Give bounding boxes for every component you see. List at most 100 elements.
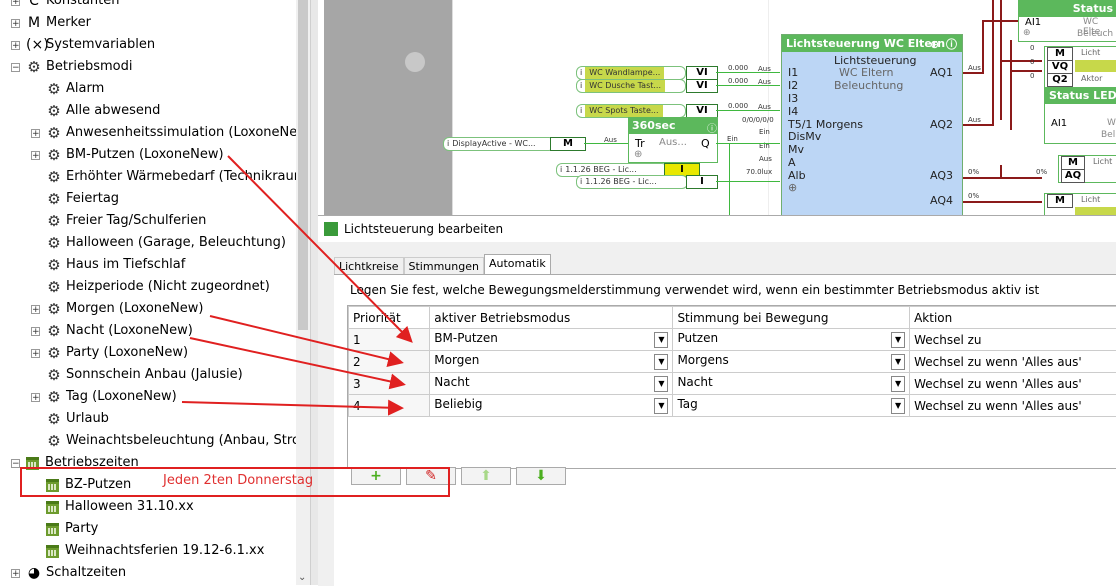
- tree-item[interactable]: ⚙Halloween (Garage, Beleuchtung): [31, 232, 286, 254]
- add-icon[interactable]: ⊕: [930, 36, 939, 53]
- expand-icon[interactable]: +: [31, 129, 40, 138]
- tree-item[interactable]: +⚙Morgen (LoxoneNew): [31, 298, 203, 320]
- chevron-down-icon[interactable]: ▼: [891, 376, 905, 392]
- tree-item[interactable]: +CKonstanten: [11, 0, 119, 12]
- input-wc-wandlampe[interactable]: iWC Wandlampe...: [576, 66, 686, 80]
- tree-item[interactable]: Halloween 31.10.xx: [31, 496, 194, 518]
- action-cell[interactable]: Wechsel zu wenn 'Alles aus': [910, 351, 1116, 373]
- tree-item-label: Weihnachtsferien 19.12-6.1.xx: [65, 540, 264, 562]
- tree-item[interactable]: ⚙Erhöhter Wärmebedarf (Technikraum,: [31, 166, 310, 188]
- col-aktion[interactable]: Aktion: [910, 307, 1116, 329]
- expand-icon[interactable]: +: [31, 349, 40, 358]
- licht-label: Licht: [1081, 48, 1100, 57]
- tree-item-label: Systemvariablen: [46, 34, 155, 56]
- add-input-icon[interactable]: ⊕: [634, 149, 642, 160]
- output-block-1[interactable]: M VQ Q2 Licht Aktor: [1044, 46, 1116, 88]
- info-icon[interactable]: ⓘ: [946, 36, 957, 53]
- calendar-icon: [46, 523, 59, 536]
- chevron-down-icon[interactable]: ▼: [654, 376, 668, 392]
- dialog-titlebar[interactable]: Lichtsteuerung bearbeiten: [318, 216, 1116, 242]
- chevron-down-icon[interactable]: ▼: [891, 354, 905, 370]
- col-prioritaet[interactable]: Priorität: [349, 307, 430, 329]
- tree-item[interactable]: +⚙Nacht (LoxoneNew): [31, 320, 193, 342]
- vi-box-1[interactable]: VI: [686, 66, 718, 80]
- vi-box-2[interactable]: VI: [686, 79, 718, 93]
- mood-select[interactable]: Putzen▼: [673, 329, 910, 351]
- info-icon[interactable]: ⓘ: [707, 120, 717, 135]
- mode-select[interactable]: Nacht▼: [430, 373, 673, 395]
- collapse-icon[interactable]: −: [11, 459, 20, 468]
- input-beg-2[interactable]: i1.1.26 BEG - Lic...: [576, 175, 688, 189]
- status-block-2[interactable]: Status LED G AI1 W Bel: [1044, 87, 1116, 144]
- add-icon[interactable]: ⊕: [1023, 28, 1031, 38]
- tree-item[interactable]: +⚙Party (LoxoneNew): [31, 342, 188, 364]
- scroll-down-icon[interactable]: ⌄: [298, 572, 306, 583]
- mood-select[interactable]: Nacht▼: [673, 373, 910, 395]
- expand-icon[interactable]: +: [31, 305, 40, 314]
- tree-scrollbar-thumb[interactable]: [298, 0, 308, 330]
- mode-select[interactable]: Morgen▼: [430, 351, 673, 373]
- action-cell[interactable]: Wechsel zu: [910, 329, 1116, 351]
- output-block-3[interactable]: M Licht: [1044, 193, 1116, 217]
- expand-icon[interactable]: +: [11, 19, 20, 28]
- action-cell[interactable]: Wechsel zu wenn 'Alles aus': [910, 373, 1116, 395]
- action-cell[interactable]: Wechsel zu wenn 'Alles aus': [910, 395, 1116, 417]
- collapse-icon[interactable]: −: [11, 63, 20, 72]
- table-row[interactable]: 2 Morgen▼ Morgens▼ Wechsel zu wenn 'Alle…: [349, 351, 1116, 373]
- chevron-down-icon[interactable]: ▼: [654, 398, 668, 414]
- chevron-down-icon[interactable]: ▼: [654, 332, 668, 348]
- output-block-2[interactable]: M AQ Licht: [1058, 155, 1116, 183]
- expand-icon[interactable]: +: [11, 0, 20, 6]
- chevron-down-icon[interactable]: ▼: [891, 332, 905, 348]
- mode-select[interactable]: BM-Putzen▼: [430, 329, 673, 351]
- timer-ein: Ein: [727, 135, 738, 143]
- tree-item[interactable]: ⚙Freier Tag/Schulferien: [31, 210, 206, 232]
- table-row[interactable]: 4 Beliebig▼ Tag▼ Wechsel zu wenn 'Alles …: [349, 395, 1116, 417]
- tree-item[interactable]: +MMerker: [11, 12, 91, 34]
- tree-item[interactable]: ⚙Alarm: [31, 78, 104, 100]
- chevron-down-icon[interactable]: ▼: [891, 398, 905, 414]
- expand-icon[interactable]: +: [11, 569, 20, 578]
- beg-i-box-2[interactable]: I: [686, 175, 718, 189]
- gear-icon: ⚙: [46, 166, 62, 188]
- table-row[interactable]: 3 Nacht▼ Nacht▼ Wechsel zu wenn 'Alles a…: [349, 373, 1116, 395]
- move-up-button[interactable]: ⬆: [461, 467, 511, 485]
- tree-item[interactable]: ⚙Haus im Tiefschlaf: [31, 254, 185, 276]
- tree-item[interactable]: +⚙Tag (LoxoneNew): [31, 386, 177, 408]
- tree-item[interactable]: ⚙Urlaub: [31, 408, 109, 430]
- tree-item[interactable]: ⚙Alle abwesend: [31, 100, 160, 122]
- lichtsteuerung-block[interactable]: Lichtsteuerung WC Eltern ⊕ ⓘ Lichtsteuer…: [781, 34, 963, 217]
- col-stimmung[interactable]: Stimmung bei Bewegung: [673, 307, 910, 329]
- expand-icon[interactable]: +: [31, 151, 40, 160]
- expand-icon[interactable]: +: [31, 393, 40, 402]
- tree-item[interactable]: Weihnachtsferien 19.12-6.1.xx: [31, 540, 264, 562]
- tree-item[interactable]: ⚙Sonnschein Anbau (Jalusie): [31, 364, 243, 386]
- table-row[interactable]: 1 BM-Putzen▼ Putzen▼ Wechsel zu: [349, 329, 1116, 351]
- timer-block[interactable]: 360sec ⓘ Tr Aus... Q ⊕: [628, 117, 718, 163]
- input-wc-dusche[interactable]: iWC Dusche Tast...: [576, 79, 686, 93]
- expand-icon[interactable]: +: [31, 327, 40, 336]
- add-input-icon[interactable]: ⊕: [788, 181, 797, 194]
- chevron-down-icon[interactable]: ▼: [654, 354, 668, 370]
- tree-item[interactable]: ⚙Feiertag: [31, 188, 119, 210]
- col-betriebsmodus[interactable]: aktiver Betriebsmodus: [430, 307, 673, 329]
- tree-item[interactable]: +⚙Anwesenheitssimulation (LoxoneNew): [31, 122, 310, 144]
- tree-item[interactable]: Party: [31, 518, 98, 540]
- tree-item[interactable]: ⚙Heizperiode (Nicht zugeordnet): [31, 276, 270, 298]
- move-down-button[interactable]: ⬇: [516, 467, 566, 485]
- tree-item[interactable]: +(×)Systemvariablen: [11, 34, 155, 56]
- expand-icon[interactable]: +: [11, 41, 20, 50]
- vi-box-3[interactable]: VI: [686, 104, 718, 118]
- mood-select[interactable]: Tag▼: [673, 395, 910, 417]
- mood-select[interactable]: Morgens▼: [673, 351, 910, 373]
- input-display-active[interactable]: iDisplayActive - WC...: [443, 137, 555, 151]
- tree-item[interactable]: +◕Schaltzeiten: [11, 562, 126, 584]
- tree-item[interactable]: ⚙Weinachtsbeleuchtung (Anbau, Strom: [31, 430, 310, 452]
- status-block-1[interactable]: Status AI1 WC Elte Beleuch ⊕: [1018, 0, 1116, 42]
- m-box[interactable]: M: [550, 137, 586, 151]
- aq1-value: Aus: [968, 64, 981, 72]
- tree-item[interactable]: +⚙BM-Putzen (LoxoneNew): [31, 144, 224, 166]
- input-wc-spots[interactable]: iWC Spots Taste...: [576, 104, 686, 118]
- mode-select[interactable]: Beliebig▼: [430, 395, 673, 417]
- tree-item[interactable]: −⚙Betriebsmodi: [11, 56, 132, 78]
